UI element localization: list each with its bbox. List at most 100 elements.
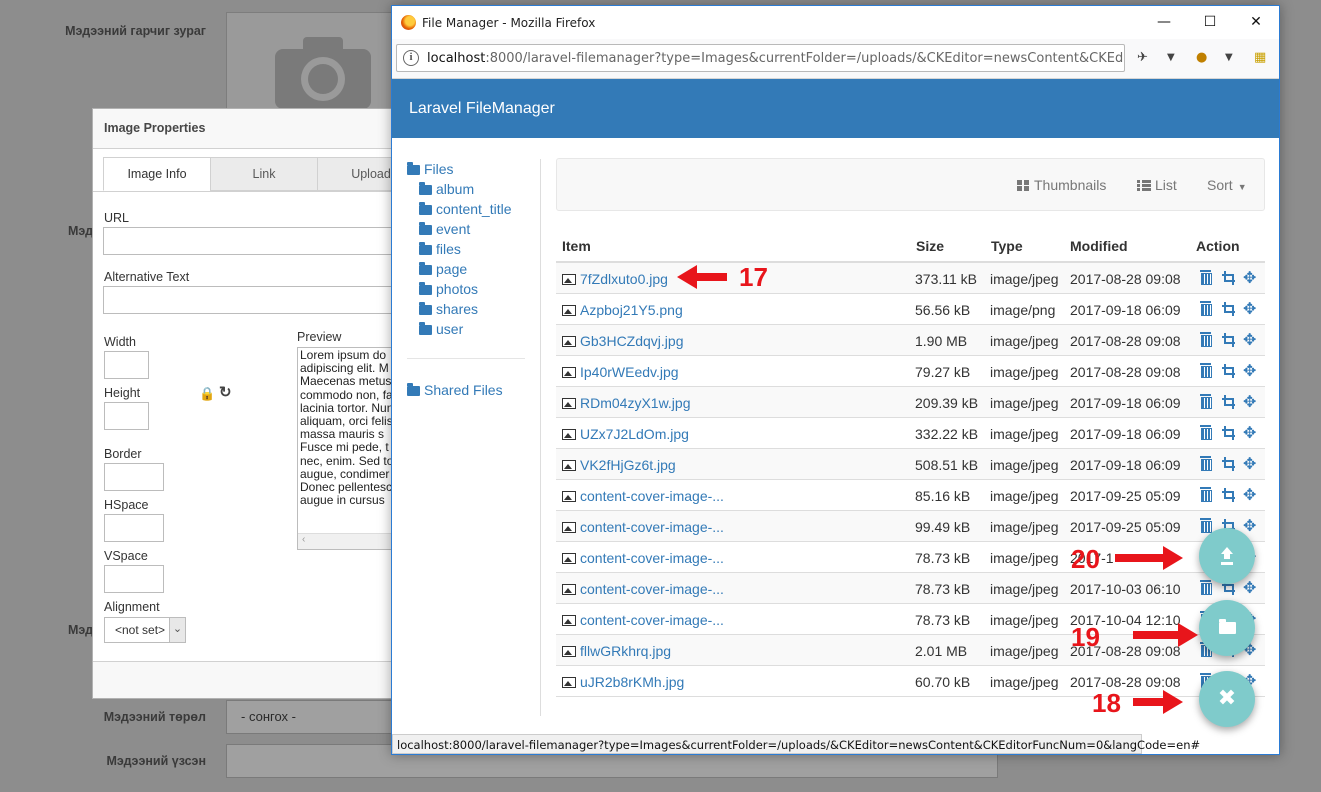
tree-item-shares[interactable]: shares [419,301,478,317]
file-link[interactable]: VK2fHjGz6t.jpg [562,457,676,473]
crop-icon[interactable] [1221,332,1235,347]
tab-upload[interactable]: Upload [317,157,397,191]
alignment-select[interactable]: <not set> ⌄ [104,617,186,643]
file-link[interactable]: Azpboj21Y5.png [562,302,683,318]
folder-icon [419,262,432,275]
bg-type-select[interactable]: - сонгох - [226,700,396,734]
move-icon[interactable]: ✥ [1243,363,1257,379]
trash-icon[interactable] [1199,363,1213,378]
upload-fab-button[interactable] [1199,528,1255,584]
tree-item-files[interactable]: files [419,241,461,257]
crop-icon[interactable] [1221,487,1235,502]
vspace-input[interactable] [104,565,164,593]
image-icon [562,677,576,688]
dropdown-icon[interactable]: ▼ [1225,52,1233,63]
trash-icon[interactable] [1199,580,1213,595]
tab-image-info[interactable]: Image Info [103,157,211,191]
file-type: image/jpeg [990,426,1059,442]
info-icon[interactable]: i [403,50,419,66]
crop-icon[interactable] [1221,456,1235,471]
file-size: 85.16 kB [915,488,971,504]
height-input[interactable] [104,402,149,430]
trash-icon[interactable] [1199,425,1213,440]
file-link[interactable]: content-cover-image-... [562,550,724,566]
hspace-input[interactable] [104,514,164,542]
addon-icon[interactable]: ▦ [1254,50,1266,65]
crop-icon[interactable] [1221,363,1235,378]
file-type: image/jpeg [990,550,1059,566]
file-link[interactable]: uJR2b8rKMh.jpg [562,674,684,690]
width-input[interactable] [104,351,149,379]
image-icon [562,615,576,626]
alt-text-input[interactable] [103,286,397,314]
trash-icon[interactable] [1199,456,1213,471]
trash-icon[interactable] [1199,518,1213,533]
tree-item-event[interactable]: event [419,221,470,237]
list-button[interactable]: List [1137,177,1177,193]
annotation-17: 17 [739,262,768,292]
tree-shared-files[interactable]: Shared Files [407,382,503,398]
preview-scrollbar[interactable]: ‹ [298,533,397,549]
file-link[interactable]: content-cover-image-... [562,612,724,628]
url-input[interactable] [103,227,397,255]
annotation-20: 20 [1071,544,1100,574]
tab-link[interactable]: Link [210,157,318,191]
move-icon[interactable]: ✥ [1243,332,1257,348]
preview-label: Preview [297,330,342,344]
file-link[interactable]: UZx7J2LdOm.jpg [562,426,689,442]
trash-icon[interactable] [1199,301,1213,316]
file-link[interactable]: 7fZdlxuto0.jpg [562,271,668,287]
grid-icon [1017,180,1030,191]
tree-item-album[interactable]: album [419,181,474,197]
move-icon[interactable]: ✥ [1243,487,1257,503]
move-icon[interactable]: ✥ [1243,425,1257,441]
tree-item-content-title[interactable]: content_title [419,201,512,217]
chevron-down-icon[interactable]: ⌄ [169,618,185,642]
close-window-button[interactable]: ✕ [1233,6,1279,39]
tree-root-files[interactable]: Files [407,161,454,177]
trash-icon[interactable] [1199,332,1213,347]
trash-icon[interactable] [1199,394,1213,409]
tree-item-page[interactable]: page [419,261,467,277]
crop-icon[interactable] [1221,270,1235,285]
new-folder-fab-button[interactable] [1199,600,1255,656]
file-name: Azpboj21Y5.png [580,302,683,318]
sort-dropdown[interactable]: Sort ▼ [1207,177,1247,193]
lock-ratio-icon[interactable]: 🔒 [199,386,215,402]
file-type: image/png [990,302,1056,318]
thumbnails-button[interactable]: Thumbnails [1017,177,1106,193]
minimize-button[interactable]: — [1141,6,1187,39]
tree-item-photos[interactable]: photos [419,281,478,297]
move-icon[interactable]: ✥ [1243,456,1257,472]
move-icon[interactable]: ✥ [1243,518,1257,534]
url-bar[interactable]: i localhost:8000/laravel-filemanager?typ… [396,44,1125,72]
crop-icon[interactable] [1221,425,1235,440]
extension-icon[interactable]: ● [1196,50,1207,65]
file-link[interactable]: Gb3HCZdqvj.jpg [562,333,684,349]
table-row: Azpboj21Y5.png 56.56 kB image/png 2017-09-1… [556,294,1265,325]
file-link[interactable]: content-cover-image-... [562,519,724,535]
image-icon [562,398,576,409]
maximize-button[interactable]: ☐ [1187,6,1233,39]
file-link[interactable]: content-cover-image-... [562,488,724,504]
file-link[interactable]: content-cover-image-... [562,581,724,597]
file-link[interactable]: Ip40rWEedv.jpg [562,364,679,380]
dropdown-icon[interactable]: ▼ [1167,52,1175,63]
close-fab-button[interactable]: ✖ [1199,671,1255,727]
file-link[interactable]: fllwGRkhrq.jpg [562,643,671,659]
move-icon[interactable]: ✥ [1243,580,1257,596]
crop-icon[interactable] [1221,394,1235,409]
move-icon[interactable]: ✥ [1243,270,1257,286]
trash-icon[interactable] [1199,270,1213,285]
file-link[interactable]: RDm04zyX1w.jpg [562,395,691,411]
image-icon [562,429,576,440]
tracking-icon[interactable]: ✈ [1137,50,1148,65]
border-input[interactable] [104,463,164,491]
crop-icon[interactable] [1221,301,1235,316]
trash-icon[interactable] [1199,487,1213,502]
tree-item-user[interactable]: user [419,321,463,337]
move-icon[interactable]: ✥ [1243,394,1257,410]
col-header-modified: Modified [1070,238,1128,254]
move-icon[interactable]: ✥ [1243,301,1257,317]
reset-size-icon[interactable]: ↻ [219,383,232,401]
